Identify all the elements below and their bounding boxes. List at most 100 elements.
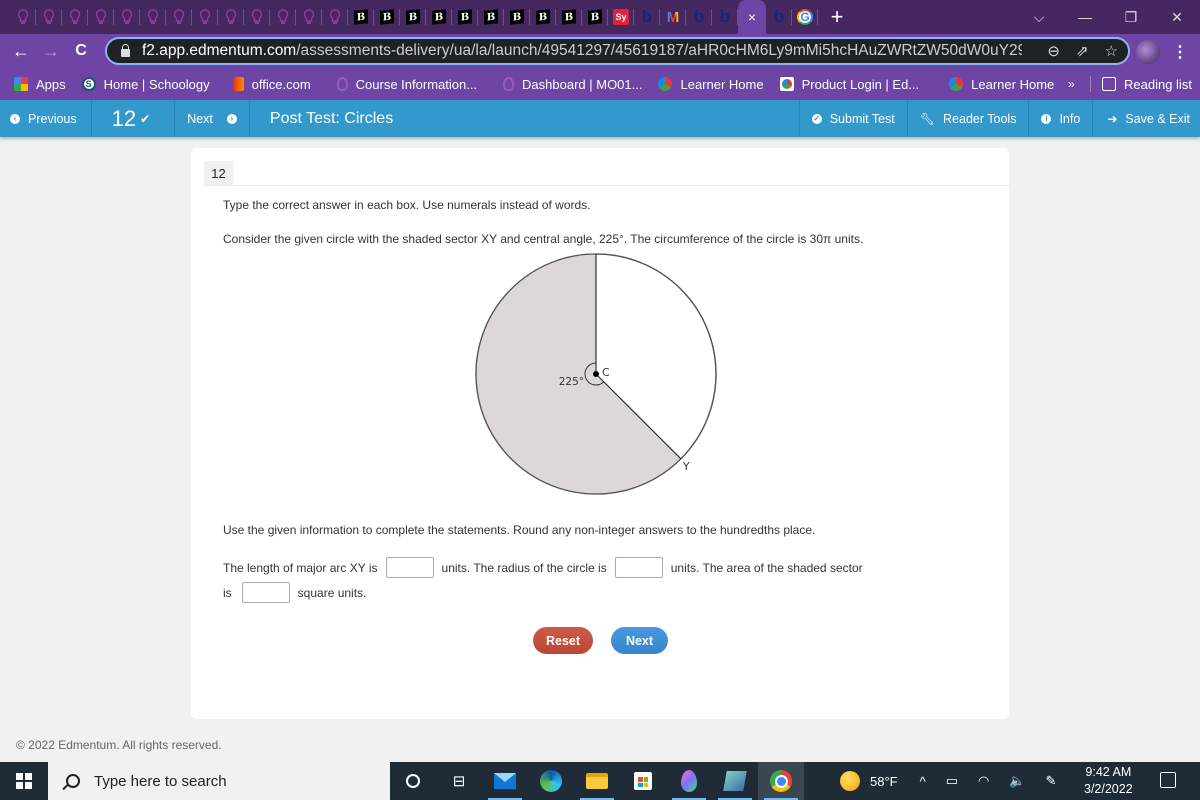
wifi-icon[interactable]: ◠: [978, 773, 989, 789]
bookmark-schoology[interactable]: S Home | Schoology: [81, 77, 210, 92]
save-exit-label: Save & Exit: [1125, 111, 1190, 126]
chrome-app[interactable]: [758, 762, 804, 800]
back-button[interactable]: ←: [6, 41, 36, 62]
browser-tab[interactable]: [192, 0, 218, 34]
browser-tab[interactable]: [140, 0, 166, 34]
weather-temperature[interactable]: 58°F: [870, 774, 898, 789]
browser-tab[interactable]: B: [530, 0, 556, 34]
browser-tab[interactable]: b: [766, 0, 792, 34]
minimize-button[interactable]: —: [1062, 9, 1108, 25]
radius-input[interactable]: [614, 557, 663, 578]
notifications-icon[interactable]: [1160, 772, 1176, 788]
show-hidden-icons-chevron[interactable]: ^: [920, 774, 926, 789]
battery-icon[interactable]: ▭: [946, 773, 958, 789]
bookmark-dashboard[interactable]: Dashboard | MO01...: [503, 77, 642, 92]
browser-tab[interactable]: B: [504, 0, 530, 34]
b-favicon-icon: B: [484, 9, 498, 25]
save-exit-button[interactable]: ➜ Save & Exit: [1092, 100, 1200, 137]
browser-tab[interactable]: B: [582, 0, 608, 34]
browser-tab[interactable]: B: [426, 0, 452, 34]
browser-tab[interactable]: B: [374, 0, 400, 34]
edge-app[interactable]: [528, 762, 574, 800]
share-icon[interactable]: ⇗: [1076, 42, 1089, 60]
browser-tab[interactable]: [10, 0, 36, 34]
url-domain: f2.app.edmentum.com: [142, 42, 297, 59]
browser-tab[interactable]: [296, 0, 322, 34]
close-window-button[interactable]: ✕: [1154, 9, 1200, 26]
active-browser-tab[interactable]: ×: [738, 0, 766, 34]
maximize-button[interactable]: ❐: [1108, 9, 1154, 26]
browser-tab[interactable]: [166, 0, 192, 34]
statement-text: units. The radius of the circle is: [441, 560, 607, 575]
browser-tab[interactable]: [322, 0, 348, 34]
previous-button[interactable]: ‹ Previous: [0, 100, 92, 137]
zoom-out-icon[interactable]: ⊖: [1047, 42, 1060, 60]
browser-tab[interactable]: [270, 0, 296, 34]
browser-tab[interactable]: [218, 0, 244, 34]
profile-avatar[interactable]: [1136, 40, 1160, 64]
search-placeholder: Type here to search: [94, 772, 227, 790]
cortana-button[interactable]: [390, 762, 436, 800]
bookmark-course-information[interactable]: Course Information...: [336, 77, 477, 92]
browser-tab[interactable]: B: [400, 0, 426, 34]
star-icon[interactable]: ☆: [1105, 42, 1118, 60]
address-bar[interactable]: f2.app.edmentum.com/assessments-delivery…: [105, 37, 1130, 65]
google-icon: G: [797, 9, 813, 25]
b-favicon-icon: B: [458, 9, 472, 25]
new-tab-button[interactable]: +: [822, 0, 852, 34]
store-app[interactable]: [620, 762, 666, 800]
browser-tab[interactable]: Sy: [608, 0, 634, 34]
taskbar-search[interactable]: Type here to search: [48, 762, 390, 800]
close-tab-icon[interactable]: ×: [748, 9, 756, 25]
reader-tools-button[interactable]: 🔧︎ Reader Tools: [906, 100, 1029, 137]
major-arc-length-input[interactable]: [385, 557, 434, 578]
bookmark-apps[interactable]: Apps: [14, 77, 66, 92]
browser-tab[interactable]: B: [556, 0, 582, 34]
start-button[interactable]: [0, 762, 48, 800]
browser-tab[interactable]: b: [634, 0, 660, 34]
task-view-icon: ⊟: [452, 773, 466, 790]
bookmark-product-login[interactable]: Product Login | Ed...: [779, 77, 919, 92]
browser-menu-icon[interactable]: ⋮: [1172, 42, 1188, 62]
clock[interactable]: 9:42 AM 3/2/2022: [1084, 764, 1133, 798]
bookmark-learner-home-2[interactable]: Learner Home: [949, 77, 1054, 92]
pen-icon[interactable]: ✎: [1046, 773, 1057, 789]
paint-app[interactable]: [666, 762, 712, 800]
weather-sun-icon[interactable]: [840, 771, 860, 791]
file-explorer-app[interactable]: [574, 762, 620, 800]
url-text[interactable]: f2.app.edmentum.com/assessments-delivery…: [142, 42, 1022, 60]
browser-tab[interactable]: B: [348, 0, 374, 34]
tab-search-dropdown-icon[interactable]: ⌵: [1016, 9, 1062, 26]
submit-test-button[interactable]: ✓ Submit Test: [798, 100, 907, 137]
reset-button[interactable]: Reset: [533, 627, 593, 654]
mail-app[interactable]: [482, 762, 528, 800]
mail-icon: [494, 773, 516, 789]
reading-list-button[interactable]: Reading list: [1102, 77, 1192, 92]
notes-app[interactable]: [712, 762, 758, 800]
browser-tab[interactable]: [62, 0, 88, 34]
task-view-button[interactable]: ⊟: [436, 762, 482, 800]
forward-button[interactable]: →: [36, 41, 66, 62]
bookmark-learner-home[interactable]: Learner Home: [658, 77, 764, 92]
more-bookmarks-button[interactable]: »: [1068, 77, 1075, 91]
browser-tab[interactable]: [88, 0, 114, 34]
browser-tab[interactable]: b: [686, 0, 712, 34]
sector-area-input[interactable]: [241, 582, 290, 603]
browser-tab[interactable]: b: [712, 0, 738, 34]
reload-button[interactable]: C: [66, 42, 96, 60]
question-selector[interactable]: 12 ✔: [92, 100, 176, 137]
browser-tab[interactable]: M: [660, 0, 686, 34]
next-question-button[interactable]: Next: [611, 627, 668, 654]
browser-tab[interactable]: [36, 0, 62, 34]
lock-icon[interactable]: [121, 44, 130, 57]
browser-tab[interactable]: [114, 0, 140, 34]
volume-icon[interactable]: 🔈: [1009, 773, 1025, 789]
next-button[interactable]: Next ›: [175, 100, 250, 137]
browser-tab[interactable]: [244, 0, 270, 34]
info-button[interactable]: i Info: [1028, 100, 1092, 137]
bookmark-office[interactable]: office.com: [233, 77, 311, 92]
statement-text: units. The area of the shaded sector: [670, 560, 863, 575]
browser-tab[interactable]: B: [478, 0, 504, 34]
browser-tab[interactable]: B: [452, 0, 478, 34]
browser-tab[interactable]: G: [792, 0, 818, 34]
